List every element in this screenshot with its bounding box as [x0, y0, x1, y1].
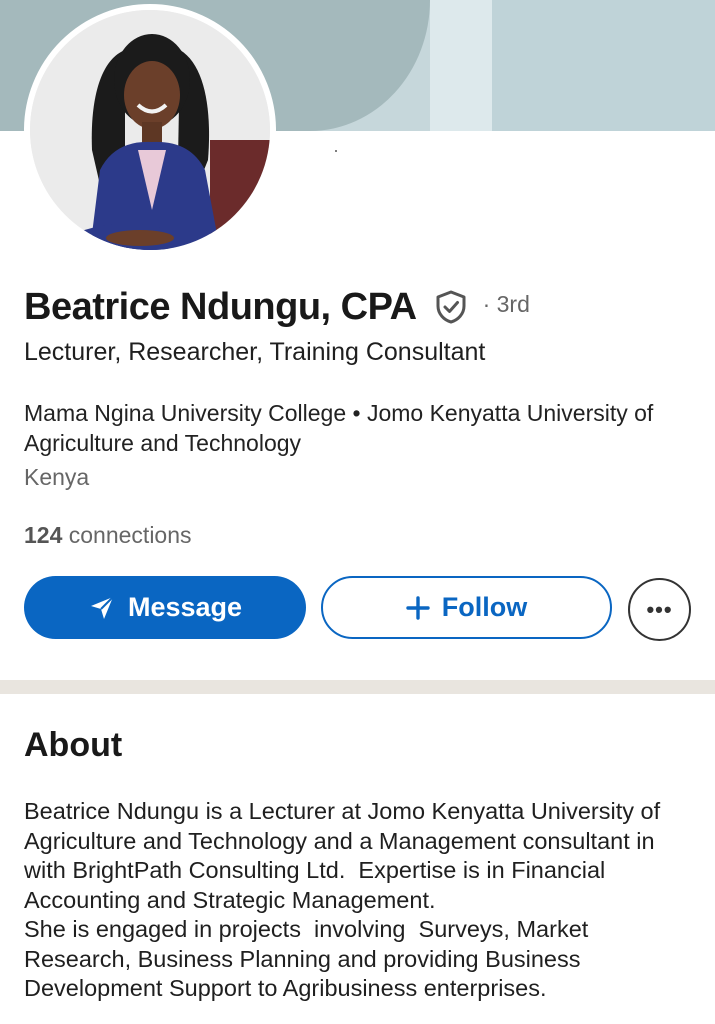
connections-count: 124 [24, 522, 63, 548]
connections-link[interactable]: 124 connections [24, 522, 192, 549]
profile-location: Kenya [24, 464, 90, 490]
plus-icon [406, 595, 430, 620]
message-button[interactable]: Message [24, 576, 306, 639]
profile-headline: Lecturer, Researcher, Training Consultan… [24, 338, 486, 366]
message-button-label: Message [127, 592, 243, 622]
about-heading: About [24, 726, 123, 764]
ellipsis-icon: ••• [646, 596, 673, 622]
banner-panel [492, 0, 715, 131]
name-row: Beatrice Ndungu, CPA · 3rd [24, 282, 530, 332]
section-divider [0, 680, 715, 694]
follow-button-label: Follow [441, 592, 528, 622]
decorative-dot [335, 150, 337, 152]
profile-page: Beatrice Ndungu, CPA · 3rd Lecturer, Res… [0, 0, 715, 1024]
avatar-photo [30, 10, 270, 250]
profile-avatar[interactable] [24, 4, 276, 256]
follow-button[interactable]: Follow [321, 576, 612, 639]
connections-label: connections [62, 522, 192, 548]
shield-check-icon[interactable] [433, 289, 469, 325]
about-text: Beatrice Ndungu is a Lecturer at Jomo Ke… [24, 798, 661, 1001]
profile-name: Beatrice Ndungu, CPA [24, 285, 417, 328]
connection-degree: · 3rd [482, 290, 530, 317]
paper-plane-icon [88, 594, 116, 622]
banner-strip [430, 0, 492, 131]
profile-education[interactable]: Mama Ngina University College • Jomo Ken… [24, 398, 694, 458]
more-options-button[interactable]: ••• [628, 578, 691, 641]
